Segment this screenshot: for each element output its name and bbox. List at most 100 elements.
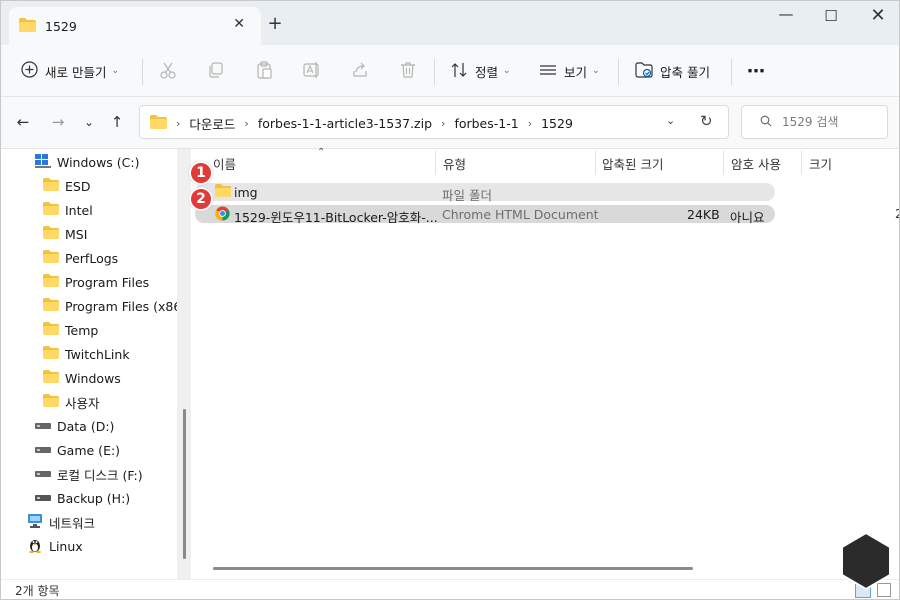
copy-icon [207, 61, 225, 82]
breadcrumb-downloads[interactable]: 다운로드 [189, 114, 235, 133]
toolbar-divider [731, 59, 732, 85]
file-explorer-window: 1529 ✕ + — ☐ ✕ 새로 만들기 ⌄ 정렬 ⌄ 보기 ⌄ 압축 풀기 … [0, 0, 900, 600]
nav-item-network[interactable]: 네트워크 [27, 511, 95, 533]
delete-button[interactable] [399, 57, 417, 85]
nav-label: Windows [65, 370, 121, 386]
view-button[interactable]: 보기 ⌄ [539, 57, 600, 85]
toolbar-divider [142, 59, 143, 85]
nav-item-windows[interactable]: Windows [43, 367, 121, 389]
horizontal-scrollbar[interactable] [213, 567, 693, 570]
step-badge-2: 2 [189, 187, 213, 211]
column-divider[interactable] [435, 151, 436, 175]
copy-button[interactable] [207, 57, 225, 85]
paste-button[interactable] [255, 57, 273, 85]
minimize-button[interactable]: — [771, 5, 801, 27]
chrome-icon [215, 206, 230, 224]
nav-item-game-e[interactable]: Game (E:) [35, 439, 120, 461]
watermark-logo [839, 531, 893, 594]
close-button[interactable]: ✕ [863, 5, 893, 27]
column-header-size[interactable]: 크기 [809, 149, 832, 177]
nav-item-msi[interactable]: MSI [43, 223, 87, 245]
search-icon [760, 115, 772, 130]
breadcrumb-current[interactable]: 1529 [541, 116, 573, 131]
column-divider[interactable] [723, 151, 724, 175]
sort-ascending-icon: ⌃ [317, 147, 326, 158]
up-arrow-icon[interactable]: ↑ [108, 113, 126, 131]
chevron-down-icon: ⌄ [503, 66, 511, 76]
network-icon [27, 513, 43, 531]
folder-icon [43, 298, 59, 314]
column-header-name[interactable]: 이름 [213, 149, 236, 177]
breadcrumb: › 다운로드 › forbes-1-1-article3-1537.zip › … [150, 114, 573, 133]
nav-item-users[interactable]: 사용자 [43, 391, 100, 413]
nav-label: Linux [49, 538, 83, 554]
new-tab-button[interactable]: + [265, 13, 285, 34]
toolbar-divider [618, 59, 619, 85]
breadcrumb-folder[interactable]: forbes-1-1 [454, 116, 518, 131]
nav-item-perflogs[interactable]: PerfLogs [43, 247, 118, 269]
status-bar: 2개 항목 [1, 579, 899, 599]
nav-label: Game (E:) [57, 442, 121, 458]
address-bar[interactable]: › 다운로드 › forbes-1-1-article3-1537.zip › … [139, 105, 729, 139]
tab-1529[interactable]: 1529 ✕ [9, 7, 261, 45]
file-name: img [234, 185, 258, 200]
nav-item-backup-h[interactable]: Backup (H:) [35, 487, 130, 509]
column-header-password[interactable]: 암호 사용 [731, 149, 781, 177]
nav-item-twitchlink[interactable]: TwitchLink [43, 343, 130, 365]
nav-item-windows-c[interactable]: Windows (C:) [35, 151, 139, 173]
refresh-icon[interactable]: ↻ [700, 112, 713, 130]
forward-arrow-icon[interactable]: → [49, 113, 67, 131]
folder-icon [43, 322, 59, 338]
file-row-img[interactable]: img 파일 폴더 [195, 183, 775, 203]
cut-icon [159, 61, 177, 82]
nav-item-intel[interactable]: Intel [43, 199, 93, 221]
nav-item-program-files-x86[interactable]: Program Files (x86) [43, 295, 186, 317]
file-type: 파일 폴더 [442, 188, 492, 203]
navigation-pane: Windows (C:) ESD Intel MSI PerfLogs Prog… [1, 149, 191, 579]
rename-button[interactable] [303, 57, 321, 85]
breadcrumb-chevron-icon[interactable]: › [176, 117, 180, 130]
search-box[interactable] [741, 105, 888, 139]
file-row-html[interactable]: 1529-윈도우11-BitLocker-암호화-... Chrome HTML… [195, 205, 775, 225]
column-divider[interactable] [595, 151, 596, 175]
cut-button[interactable] [159, 57, 177, 85]
file-list: ⌃ 이름 유형 압축된 크기 암호 사용 크기 img 파일 폴더 1 1529… [189, 147, 899, 579]
address-dropdown-icon[interactable]: ⌄ [666, 114, 675, 127]
back-arrow-icon[interactable]: ← [14, 113, 32, 131]
windows-drive-icon [35, 153, 51, 171]
extract-all-button[interactable]: 압축 풀기 [635, 57, 710, 85]
nav-item-local-disk-f[interactable]: 로컬 디스크 (F:) [35, 463, 143, 485]
nav-item-esd[interactable]: ESD [43, 175, 90, 197]
new-button-label: 새로 만들기 [45, 64, 107, 80]
new-button[interactable]: 새로 만들기 ⌄ [21, 57, 119, 85]
more-options-button[interactable]: ⋯ [747, 57, 765, 85]
folder-icon [43, 250, 59, 266]
drive-icon [35, 467, 51, 482]
folder-icon [43, 346, 59, 362]
share-button[interactable] [351, 57, 369, 85]
column-divider[interactable] [801, 151, 802, 175]
search-input[interactable] [782, 115, 882, 129]
tab-close-icon[interactable]: ✕ [233, 16, 245, 32]
nav-item-temp[interactable]: Temp [43, 319, 98, 341]
nav-item-linux[interactable]: Linux [27, 535, 83, 557]
breadcrumb-chevron-icon[interactable]: › [441, 117, 445, 130]
column-header-compressed-size[interactable]: 압축된 크기 [602, 149, 663, 177]
sort-button[interactable]: 정렬 ⌄ [450, 57, 511, 85]
nav-item-program-files[interactable]: Program Files [43, 271, 149, 293]
maximize-button[interactable]: ☐ [816, 7, 846, 29]
nav-label: Temp [65, 322, 99, 338]
rename-icon [303, 61, 321, 82]
column-header-type[interactable]: 유형 [443, 149, 466, 177]
recent-locations-chevron-icon[interactable]: ⌄ [80, 115, 98, 129]
nav-item-data-d[interactable]: Data (D:) [35, 415, 114, 437]
address-row: ← → ⌄ ↑ › 다운로드 › forbes-1-1-article3-153… [1, 97, 899, 149]
nav-scrollbar-thumb[interactable] [183, 409, 186, 559]
size-cell-cut-off: 2 [895, 207, 899, 221]
breadcrumb-zip[interactable]: forbes-1-1-article3-1537.zip [258, 116, 432, 131]
breadcrumb-chevron-icon[interactable]: › [528, 117, 532, 130]
folder-icon [19, 17, 36, 35]
file-type: Chrome HTML Document [442, 207, 599, 222]
folder-icon [43, 274, 59, 290]
breadcrumb-chevron-icon[interactable]: › [244, 117, 248, 130]
